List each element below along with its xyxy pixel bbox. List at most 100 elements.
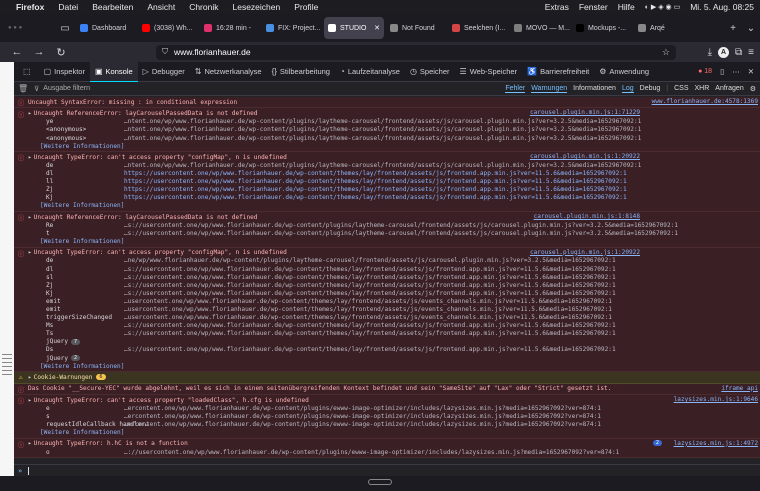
extensions-icon[interactable]: ⧉: [735, 47, 742, 58]
console-error-message[interactable]: ⓘ ▸ Uncaught TypeError: can't access prope…: [14, 247, 760, 373]
console-error-message[interactable]: ⓘ ▸ Uncaught ReferenceError: layCarouselPa…: [14, 108, 760, 153]
frame-url-link[interactable]: …ercontent.one/wp/www.florianhauer.de/wp…: [124, 413, 601, 420]
stack-frame[interactable]: Kj https://usercontent.one/wp/www.florian…: [14, 194, 760, 202]
console-error-message[interactable]: ⓘ ▸ Uncaught TypeError: can't access prope…: [14, 394, 760, 439]
close-tab-icon[interactable]: ✕: [374, 24, 380, 32]
console-error-message[interactable]: ⓘ ▸ Uncaught TypeError: can't access prope…: [14, 152, 760, 212]
message-source-link[interactable]: iframe_api: [721, 385, 758, 392]
message-source-link[interactable]: carousel.plugin.min.js:1:8148: [534, 213, 640, 220]
console-output[interactable]: ⓘ Uncaught SyntaxError: missing : in cond…: [14, 97, 760, 464]
level-informationen[interactable]: Informationen: [573, 85, 616, 92]
menu-bearbeiten[interactable]: Bearbeiten: [92, 2, 133, 12]
tab-overview-icon[interactable]: ▭: [56, 23, 74, 34]
expand-arrow-icon[interactable]: ▸: [28, 374, 32, 381]
frame-url-link[interactable]: …ntent.one/wp/www.florianhauer.de/wp-con…: [124, 162, 641, 169]
frame-url-link[interactable]: …ercontent.one/wp/www.florianhauer.de/wp…: [124, 421, 601, 428]
browser-tab[interactable]: 16:28 min -: [200, 17, 260, 39]
tab-stilbearbeitung[interactable]: {} Stilbearbeitung: [267, 62, 335, 82]
stack-frame[interactable]: de …ntent.one/wp/www.florianhauer.de/wp-c…: [14, 161, 760, 169]
menu-profile[interactable]: Profile: [294, 2, 318, 12]
browser-tab[interactable]: Dashboard: [76, 17, 136, 39]
console-error-message[interactable]: ⓘ ▸ Uncaught TypeError: h.hC is not a func…: [14, 438, 760, 459]
frame-url-link[interactable]: …s://usercontent.one/wp/www.florianhauer…: [124, 282, 616, 289]
menu-fenster[interactable]: Fenster: [579, 2, 608, 12]
menu-lesezeichen[interactable]: Lesezeichen: [232, 2, 280, 12]
more-info-link[interactable]: [Weitere Informationen]: [14, 429, 760, 437]
tab-netzwerkanalyse[interactable]: ⇅ Netzwerkanalyse: [190, 62, 267, 82]
stack-frame[interactable]: Re …s://usercontent.one/wp/www.florianhau…: [14, 221, 760, 229]
expand-arrow-icon[interactable]: ▸: [28, 249, 32, 256]
close-devtools-icon[interactable]: ✕: [748, 67, 754, 76]
message-source-link[interactable]: carousel.plugin.min.js:1:71229: [530, 109, 640, 116]
stack-frame[interactable]: dl https://usercontent.one/wp/www.florian…: [14, 170, 760, 178]
tab-web-speicher[interactable]: ☰ Web-Speicher: [455, 62, 523, 82]
frame-url-link[interactable]: …ercontent.one/wp/www.florianhauer.de/wp…: [124, 405, 601, 412]
stack-frame[interactable]: emit …usercontent.one/wp/www.florianhauer…: [14, 305, 760, 313]
more-options-icon[interactable]: ⋯: [732, 67, 740, 76]
stack-frame[interactable]: s …ercontent.one/wp/www.florianhauer.de/w…: [14, 412, 760, 420]
console-error-message[interactable]: ⓘ Uncaught SyntaxError: missing : in cond…: [14, 97, 760, 109]
error-count-badge[interactable]: ● 18: [698, 68, 712, 75]
frame-url-link[interactable]: https://usercontent.one/wp/www.florianha…: [124, 186, 627, 193]
menu-chronik[interactable]: Chronik: [189, 2, 218, 12]
expand-arrow-icon[interactable]: ▸: [28, 154, 32, 161]
back-icon[interactable]: ←: [6, 46, 28, 58]
stack-frame[interactable]: t …s://usercontent.one/wp/www.florianhaue…: [14, 229, 760, 237]
message-source-link[interactable]: carousel.plugin.min.js:1:20922: [530, 249, 640, 256]
frame-url-link[interactable]: …s://usercontent.one/wp/www.florianhauer…: [124, 266, 616, 273]
filter-xhr[interactable]: XHR: [695, 85, 710, 92]
downloads-icon[interactable]: ⤓: [708, 47, 712, 58]
browser-tab[interactable]: Mockups -...: [572, 17, 632, 39]
responsive-mode-icon[interactable]: ▯: [720, 67, 724, 76]
frame-url-link[interactable]: …usercontent.one/wp/www.florianhauer.de/…: [124, 314, 612, 321]
level-warnungen[interactable]: Warnungen: [531, 85, 568, 93]
account-avatar[interactable]: A: [718, 46, 730, 58]
stack-frame[interactable]: Ds …s://usercontent.one/wp/www.florianhau…: [14, 346, 760, 354]
tab-konsole[interactable]: ▣ Konsole: [89, 61, 138, 82]
tab-inspektor[interactable]: ▢ Inspektor: [39, 62, 90, 82]
frame-url-link[interactable]: https://usercontent.one/wp/www.florianha…: [124, 194, 627, 201]
message-source-link[interactable]: lazysizes.min.js:1:9646: [674, 396, 758, 403]
console-error-message[interactable]: ⓘ ▸ Uncaught ReferenceError: layCarouselPa…: [14, 211, 760, 248]
forward-icon[interactable]: →: [28, 46, 50, 58]
devtools-resize-handle[interactable]: [368, 479, 392, 485]
more-info-link[interactable]: [Weitere Informationen]: [14, 142, 760, 150]
frame-url-link[interactable]: https://usercontent.one/wp/www.florianha…: [124, 170, 627, 177]
reload-icon[interactable]: ↻: [50, 46, 72, 59]
menu-datei[interactable]: Datei: [58, 2, 78, 12]
browser-tab[interactable]: MOVO — M...: [510, 17, 570, 39]
frame-url-link[interactable]: …s://usercontent.one/wp/www.florianhauer…: [124, 290, 616, 297]
menu-extras[interactable]: Extras: [545, 2, 569, 12]
trash-icon[interactable]: 🗑: [18, 84, 28, 93]
level-fehler[interactable]: Fehler: [505, 85, 526, 93]
browser-tab[interactable]: Seelchen (I...: [448, 17, 508, 39]
stack-frame[interactable]: Zj …s://usercontent.one/wp/www.florianhau…: [14, 281, 760, 289]
tab-barrierefreiheit[interactable]: ♿ Barrierefreiheit: [522, 62, 594, 82]
expand-arrow-icon[interactable]: ▸: [28, 110, 32, 117]
stack-frame[interactable]: <anonymous> …ntent.one/wp/www.florianhaue…: [14, 134, 760, 142]
tab-list-icon[interactable]: ⌄: [742, 23, 760, 34]
frame-url-link[interactable]: …ne/wp/www.florianhauer.de/wp-content/pl…: [124, 257, 616, 264]
browser-tab[interactable]: (3038) Wh...: [138, 17, 198, 39]
stack-frame[interactable]: jQuery 2: [14, 354, 760, 362]
expand-arrow-icon[interactable]: ▸: [28, 440, 32, 447]
more-info-link[interactable]: [Weitere Informationen]: [14, 202, 760, 210]
browser-tab[interactable]: STUDIO ✕: [324, 17, 384, 39]
browser-tab[interactable]: Arqé: [634, 17, 694, 39]
console-settings-icon[interactable]: ⚙: [750, 85, 756, 93]
filter-anfragen[interactable]: Anfragen: [715, 85, 743, 92]
frame-url-link[interactable]: …://usercontent.one/wp/www.florianhauer.…: [124, 449, 619, 456]
tab-speicher[interactable]: ◷ Speicher: [405, 62, 455, 82]
stack-frame[interactable]: dl …s://usercontent.one/wp/www.florianhau…: [14, 265, 760, 273]
frame-url-link[interactable]: …usercontent.one/wp/www.florianhauer.de/…: [124, 298, 612, 305]
picker-icon[interactable]: ⬚: [18, 62, 39, 82]
frame-url-link[interactable]: …ntent.one/wp/www.florianhauer.de/wp-con…: [124, 135, 641, 142]
stack-frame[interactable]: de …ne/wp/www.florianhauer.de/wp-content/…: [14, 257, 760, 265]
stack-frame[interactable]: triggerSizeChanged …usercontent.one/wp/ww…: [14, 314, 760, 322]
window-controls[interactable]: ● ● ●: [0, 25, 56, 31]
new-tab-icon[interactable]: +: [724, 23, 742, 34]
browser-tab[interactable]: Not Found: [386, 17, 446, 39]
menu-icon[interactable]: ≡: [748, 47, 754, 58]
stack-frame[interactable]: <anonymous> …ntent.one/wp/www.florianhaue…: [14, 126, 760, 134]
frame-url-link[interactable]: …ntent.one/wp/www.florianhauer.de/wp-con…: [124, 126, 641, 133]
